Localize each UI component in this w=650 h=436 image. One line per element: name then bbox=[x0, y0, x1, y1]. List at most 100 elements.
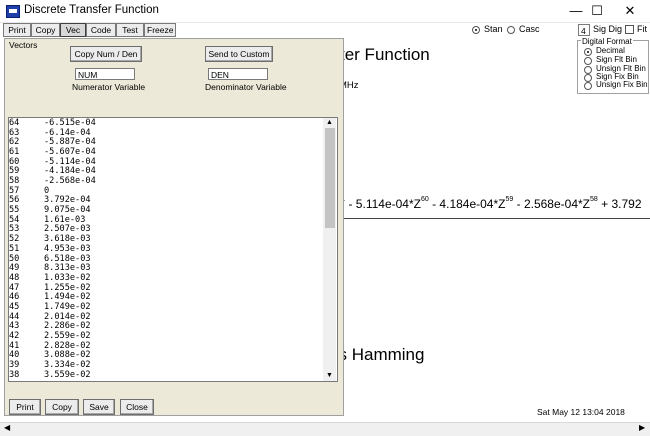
coefficient-index: 63 bbox=[9, 127, 20, 138]
send-to-custom-button[interactable]: Send to Custom bbox=[205, 46, 273, 62]
coefficient-value: -5.607e-04 bbox=[44, 147, 96, 158]
decimal-label: Decimal bbox=[596, 46, 625, 55]
coefficient-index: 53 bbox=[9, 224, 20, 235]
coefficient-value: -2.568e-04 bbox=[44, 176, 96, 187]
coefficient-index: 46 bbox=[9, 292, 20, 303]
coefficient-index: 38 bbox=[9, 369, 20, 380]
scroll-down-arrow-icon[interactable]: ▼ bbox=[323, 372, 336, 379]
coefficient-value: 4.953e-03 bbox=[44, 243, 91, 254]
coefficient-value: 8.313e-03 bbox=[44, 263, 91, 274]
stan-radio[interactable] bbox=[472, 26, 480, 34]
unsign-flt-bin-radio[interactable] bbox=[584, 66, 592, 74]
coefficient-value: -4.184e-04 bbox=[44, 166, 96, 177]
coefficient-value: -5.887e-04 bbox=[44, 137, 96, 148]
copy-num-den-button[interactable]: Copy Num / Den bbox=[70, 46, 142, 62]
scroll-thumb[interactable] bbox=[325, 128, 335, 228]
equation-divider bbox=[330, 218, 650, 219]
eq-term: - 5.114e-04*Z bbox=[345, 197, 421, 211]
close-button[interactable]: ✕ bbox=[610, 0, 650, 22]
coefficient-value: -5.114e-04 bbox=[44, 156, 96, 167]
coefficient-value: 1.749e-02 bbox=[44, 301, 91, 312]
coefficient-index: 60 bbox=[9, 156, 20, 167]
decimal-radio[interactable] bbox=[584, 48, 592, 56]
coefficient-value: 2.286e-02 bbox=[44, 321, 91, 332]
toolbar-code-button[interactable]: Code bbox=[86, 23, 116, 37]
coefficient-index: 54 bbox=[9, 214, 20, 225]
numerator-variable-label: Numerator Variable bbox=[72, 82, 146, 92]
coefficient-index: 52 bbox=[9, 234, 20, 245]
numerator-variable-input[interactable]: NUM bbox=[75, 68, 135, 80]
app-icon bbox=[6, 5, 20, 18]
eq-term: - 2.568e-04*Z bbox=[513, 197, 590, 211]
sign-fix-bin-radio[interactable] bbox=[584, 74, 592, 82]
toolbar-test-button[interactable]: Test bbox=[116, 23, 144, 37]
scroll-up-arrow-icon[interactable]: ▲ bbox=[323, 119, 336, 126]
coefficient-index: 64 bbox=[9, 118, 20, 128]
window-name-text: ss Hamming bbox=[330, 345, 425, 364]
coefficient-value: -6.14e-04 bbox=[44, 127, 91, 138]
denominator-variable-input[interactable]: DEN bbox=[208, 68, 268, 80]
stan-label: Stan bbox=[484, 24, 503, 34]
coefficient-value: 1.033e-02 bbox=[44, 272, 91, 283]
scroll-left-arrow-icon[interactable]: ◀ bbox=[4, 423, 10, 432]
coefficient-index: 43 bbox=[9, 321, 20, 332]
toolbar-freeze-button[interactable]: Freeze bbox=[144, 23, 176, 37]
coefficient-value: 3.618e-03 bbox=[44, 234, 91, 245]
coefficient-value: 2.507e-03 bbox=[44, 224, 91, 235]
coefficient-value: 1.494e-02 bbox=[44, 292, 91, 303]
unsign-fix-bin-radio[interactable] bbox=[584, 82, 592, 90]
eq-exponent: 60 bbox=[420, 196, 429, 203]
digital-format-title: Digital Format bbox=[581, 37, 633, 46]
coefficient-index: 59 bbox=[9, 166, 20, 177]
coefficient-index: 45 bbox=[9, 301, 20, 312]
sig-dig-label: Sig Dig bbox=[593, 24, 623, 34]
sign-flt-bin-radio[interactable] bbox=[584, 57, 592, 65]
coefficient-index: 58 bbox=[9, 176, 20, 187]
coefficient-index: 39 bbox=[9, 360, 20, 370]
toolbar-print-button[interactable]: Print bbox=[3, 23, 31, 37]
vectors-print-button[interactable]: Print bbox=[9, 399, 41, 415]
coefficient-index: 49 bbox=[9, 263, 20, 274]
coefficient-index: 40 bbox=[9, 350, 20, 361]
eq-exponent: 58 bbox=[590, 196, 598, 203]
scroll-right-arrow-icon[interactable]: ▶ bbox=[639, 423, 645, 432]
sig-dig-input[interactable]: 4 bbox=[578, 24, 590, 36]
fit-label: Fit bbox=[637, 24, 647, 34]
coefficient-index: 62 bbox=[9, 137, 20, 148]
denominator-variable-label: Denominator Variable bbox=[205, 82, 287, 92]
toolbar-vec-button[interactable]: Vec bbox=[60, 23, 86, 37]
date-stamp: Sat May 12 13:04 2018 bbox=[537, 407, 625, 417]
coefficient-index: 55 bbox=[9, 205, 20, 216]
coefficient-index: 56 bbox=[9, 195, 20, 206]
fit-checkbox[interactable] bbox=[625, 25, 634, 34]
coefficient-index: 61 bbox=[9, 147, 20, 158]
coefficient-value: 9.075e-04 bbox=[44, 205, 91, 216]
vectors-close-button[interactable]: Close bbox=[120, 399, 154, 415]
coefficient-value: -6.515e-04 bbox=[44, 118, 96, 128]
coefficient-index: 51 bbox=[9, 243, 20, 254]
coefficient-value: 3.792e-04 bbox=[44, 195, 91, 206]
document-heading: ter Function bbox=[340, 45, 430, 64]
coefficient-value: 3.088e-02 bbox=[44, 350, 91, 361]
casc-label: Casc bbox=[519, 24, 540, 34]
casc-radio[interactable] bbox=[507, 26, 515, 34]
coefficient-index: 50 bbox=[9, 253, 20, 264]
coefficient-index: 42 bbox=[9, 330, 20, 341]
horizontal-scrollbar[interactable] bbox=[0, 422, 650, 436]
coefficient-index: 48 bbox=[9, 272, 20, 283]
coefficient-index: 41 bbox=[9, 340, 20, 351]
unsign-fix-bin-label: Unsign Fix Bin bbox=[596, 80, 648, 89]
coefficient-index: 44 bbox=[9, 311, 20, 322]
toolbar-copy-button[interactable]: Copy bbox=[31, 23, 60, 37]
eq-term: - 4.184e-04*Z bbox=[428, 197, 506, 211]
vectors-save-button[interactable]: Save bbox=[83, 399, 115, 415]
vectors-panel-title: Vectors bbox=[9, 40, 38, 50]
coefficient-value: 3.559e-02 bbox=[44, 369, 91, 380]
coefficient-value: 2.828e-02 bbox=[44, 340, 91, 351]
vectors-copy-button[interactable]: Copy bbox=[45, 399, 79, 415]
coefficient-index: 47 bbox=[9, 282, 20, 293]
sign-flt-bin-label: Sign Flt Bin bbox=[596, 55, 637, 64]
coefficient-value: 2.559e-02 bbox=[44, 330, 91, 341]
coefficient-value: 1.255e-02 bbox=[44, 282, 91, 293]
coefficient-value: 1.61e-03 bbox=[44, 214, 86, 225]
